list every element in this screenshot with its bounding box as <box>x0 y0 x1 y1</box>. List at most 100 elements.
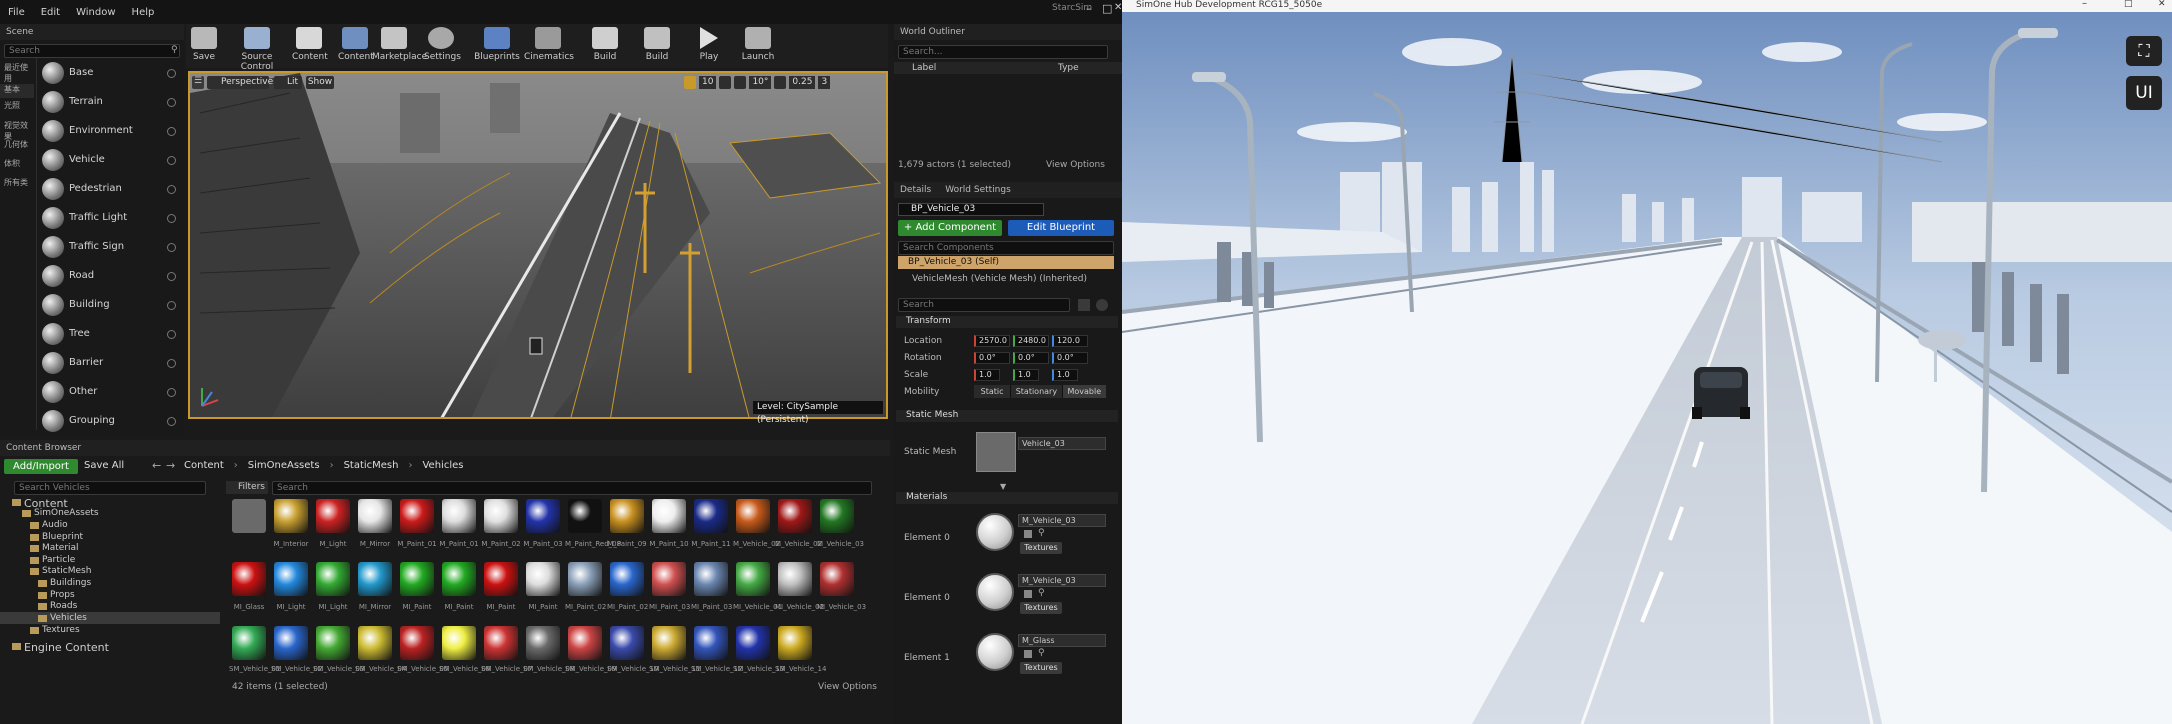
help-icon[interactable] <box>167 185 176 194</box>
menu-window[interactable]: Window <box>68 7 123 18</box>
asset-thumbnail[interactable] <box>610 562 644 596</box>
outliner-tab[interactable]: World Outliner <box>894 24 1122 40</box>
materials-section[interactable]: Materials <box>896 492 1118 504</box>
breadcrumb-vehicles[interactable]: Vehicles <box>422 460 463 471</box>
place-item-vehicle[interactable]: Vehicle <box>69 154 105 165</box>
grid-view-icon[interactable] <box>1078 299 1090 311</box>
location-y[interactable]: 2480.0 <box>1013 335 1049 347</box>
help-icon[interactable] <box>167 417 176 426</box>
asset-thumbnail[interactable] <box>442 562 476 596</box>
help-icon[interactable] <box>167 156 176 165</box>
asset-thumbnail[interactable] <box>568 626 602 660</box>
asset-thumbnail[interactable] <box>274 499 308 533</box>
sim-close-icon[interactable]: ✕ <box>2158 0 2166 9</box>
asset-thumbnail[interactable] <box>358 562 392 596</box>
search-components-input[interactable]: Search Components <box>898 241 1114 255</box>
toolbar-marketplace-button[interactable]: Marketplace <box>372 27 427 62</box>
help-icon[interactable] <box>167 127 176 136</box>
place-item-other[interactable]: Other <box>69 386 97 397</box>
search-icon[interactable]: ⚲ <box>1038 528 1045 538</box>
transform-section[interactable]: Transform <box>896 316 1118 328</box>
tree-item-audio[interactable]: Audio <box>42 520 68 530</box>
textures-button[interactable]: Textures <box>1020 602 1062 614</box>
scale-y[interactable]: 1.0 <box>1013 369 1039 381</box>
asset-thumbnail[interactable] <box>568 499 602 533</box>
asset-thumbnail[interactable] <box>484 562 518 596</box>
category-recent[interactable]: 最近使用 <box>4 62 34 84</box>
category-lights[interactable]: 光照 <box>4 100 34 111</box>
browse-icon[interactable] <box>1024 650 1032 658</box>
asset-thumbnail[interactable] <box>442 626 476 660</box>
toolbar-build-button[interactable]: Build <box>590 27 620 62</box>
mobility-static[interactable]: Static <box>974 385 1011 398</box>
perspective-button[interactable]: Perspective <box>207 76 273 89</box>
category-basic[interactable]: 基本 <box>0 84 34 98</box>
asset-thumbnail[interactable] <box>736 562 770 596</box>
world-settings-tab[interactable]: World Settings <box>945 185 1011 195</box>
tree-item-vehicles[interactable]: Vehicles <box>50 613 87 623</box>
minimize-icon[interactable]: – <box>1086 2 1092 15</box>
scale-z[interactable]: 1.0 <box>1052 369 1078 381</box>
place-item-environment[interactable]: Environment <box>69 125 133 136</box>
asset-thumbnail[interactable] <box>736 626 770 660</box>
help-icon[interactable] <box>167 301 176 310</box>
toolbar-content-button[interactable]: Content <box>292 27 328 62</box>
asset-thumbnail[interactable] <box>820 562 854 596</box>
rotation-x[interactable]: 0.0° <box>974 352 1010 364</box>
tree-item-engine-content[interactable]: Engine Content <box>24 641 109 654</box>
scale-icon[interactable] <box>734 76 747 89</box>
lit-button[interactable]: Lit <box>274 76 302 89</box>
static-mesh-thumbnail[interactable] <box>976 432 1016 472</box>
details-tab[interactable]: Details <box>900 185 931 195</box>
outliner-col-type[interactable]: Type <box>1058 63 1079 73</box>
level-viewport[interactable] <box>188 71 888 419</box>
outliner-view-options[interactable]: View Options <box>1046 160 1105 170</box>
content-view-options[interactable]: View Options <box>818 682 877 692</box>
sim-maximize-icon[interactable]: □ <box>2124 0 2133 9</box>
menu-help[interactable]: Help <box>124 7 163 18</box>
asset-thumbnail[interactable] <box>568 562 602 596</box>
location-x[interactable]: 2570.0 <box>974 335 1010 347</box>
filters-button[interactable]: Filters <box>226 481 268 494</box>
asset-thumbnail[interactable] <box>526 562 560 596</box>
toolbar-cinematics-button[interactable]: Cinematics <box>524 27 574 62</box>
menu-edit[interactable]: Edit <box>33 7 68 18</box>
search-icon[interactable]: ⚲ <box>1038 588 1045 598</box>
asset-thumbnail[interactable] <box>400 626 434 660</box>
asset-thumbnail[interactable] <box>778 626 812 660</box>
asset-thumbnail[interactable] <box>274 562 308 596</box>
asset-thumbnail[interactable] <box>652 499 686 533</box>
scale-snap-icon[interactable] <box>774 76 787 89</box>
expand-chevron-icon[interactable]: ▼ <box>1000 482 1006 491</box>
asset-thumbnail[interactable] <box>694 499 728 533</box>
toolbar-content-browser-button[interactable]: Content <box>338 27 374 62</box>
browse-icon[interactable] <box>1024 530 1032 538</box>
asset-thumbnail[interactable] <box>400 499 434 533</box>
details-search-input[interactable]: Search <box>898 298 1070 312</box>
tree-item-props[interactable]: Props <box>50 590 75 600</box>
toolbar-settings-button[interactable]: Settings <box>424 27 461 62</box>
ui-toggle-button[interactable]: UI <box>2126 76 2162 110</box>
forward-arrow-icon[interactable]: → <box>166 459 175 472</box>
static-mesh-section[interactable]: Static Mesh <box>896 410 1118 422</box>
asset-thumbnail[interactable] <box>610 626 644 660</box>
toolbar-build2-button[interactable]: Build <box>642 27 672 62</box>
category-geometry[interactable]: 几何体 <box>4 139 34 150</box>
breadcrumb-simoneassets[interactable]: SimOneAssets <box>248 460 320 471</box>
tree-item-material[interactable]: Material <box>42 543 79 553</box>
search-icon[interactable]: ⚲ <box>1038 648 1045 658</box>
help-icon[interactable] <box>167 214 176 223</box>
toolbar-save-button[interactable]: Save <box>190 27 218 62</box>
textures-button[interactable]: Textures <box>1020 662 1062 674</box>
place-item-base[interactable]: Base <box>69 67 93 78</box>
asset-thumbnail[interactable] <box>232 562 266 596</box>
asset-thumbnail[interactable] <box>694 626 728 660</box>
asset-thumbnail[interactable] <box>526 499 560 533</box>
camera-speed-value[interactable]: 3 <box>818 76 831 89</box>
asset-search-input[interactable]: Search <box>272 481 872 495</box>
component-self-row[interactable]: BP_Vehicle_03 (Self) <box>898 256 1114 269</box>
tree-item-buildings[interactable]: Buildings <box>50 578 91 588</box>
place-item-road[interactable]: Road <box>69 270 94 281</box>
rotation-z[interactable]: 0.0° <box>1052 352 1088 364</box>
translate-icon[interactable] <box>684 76 696 89</box>
